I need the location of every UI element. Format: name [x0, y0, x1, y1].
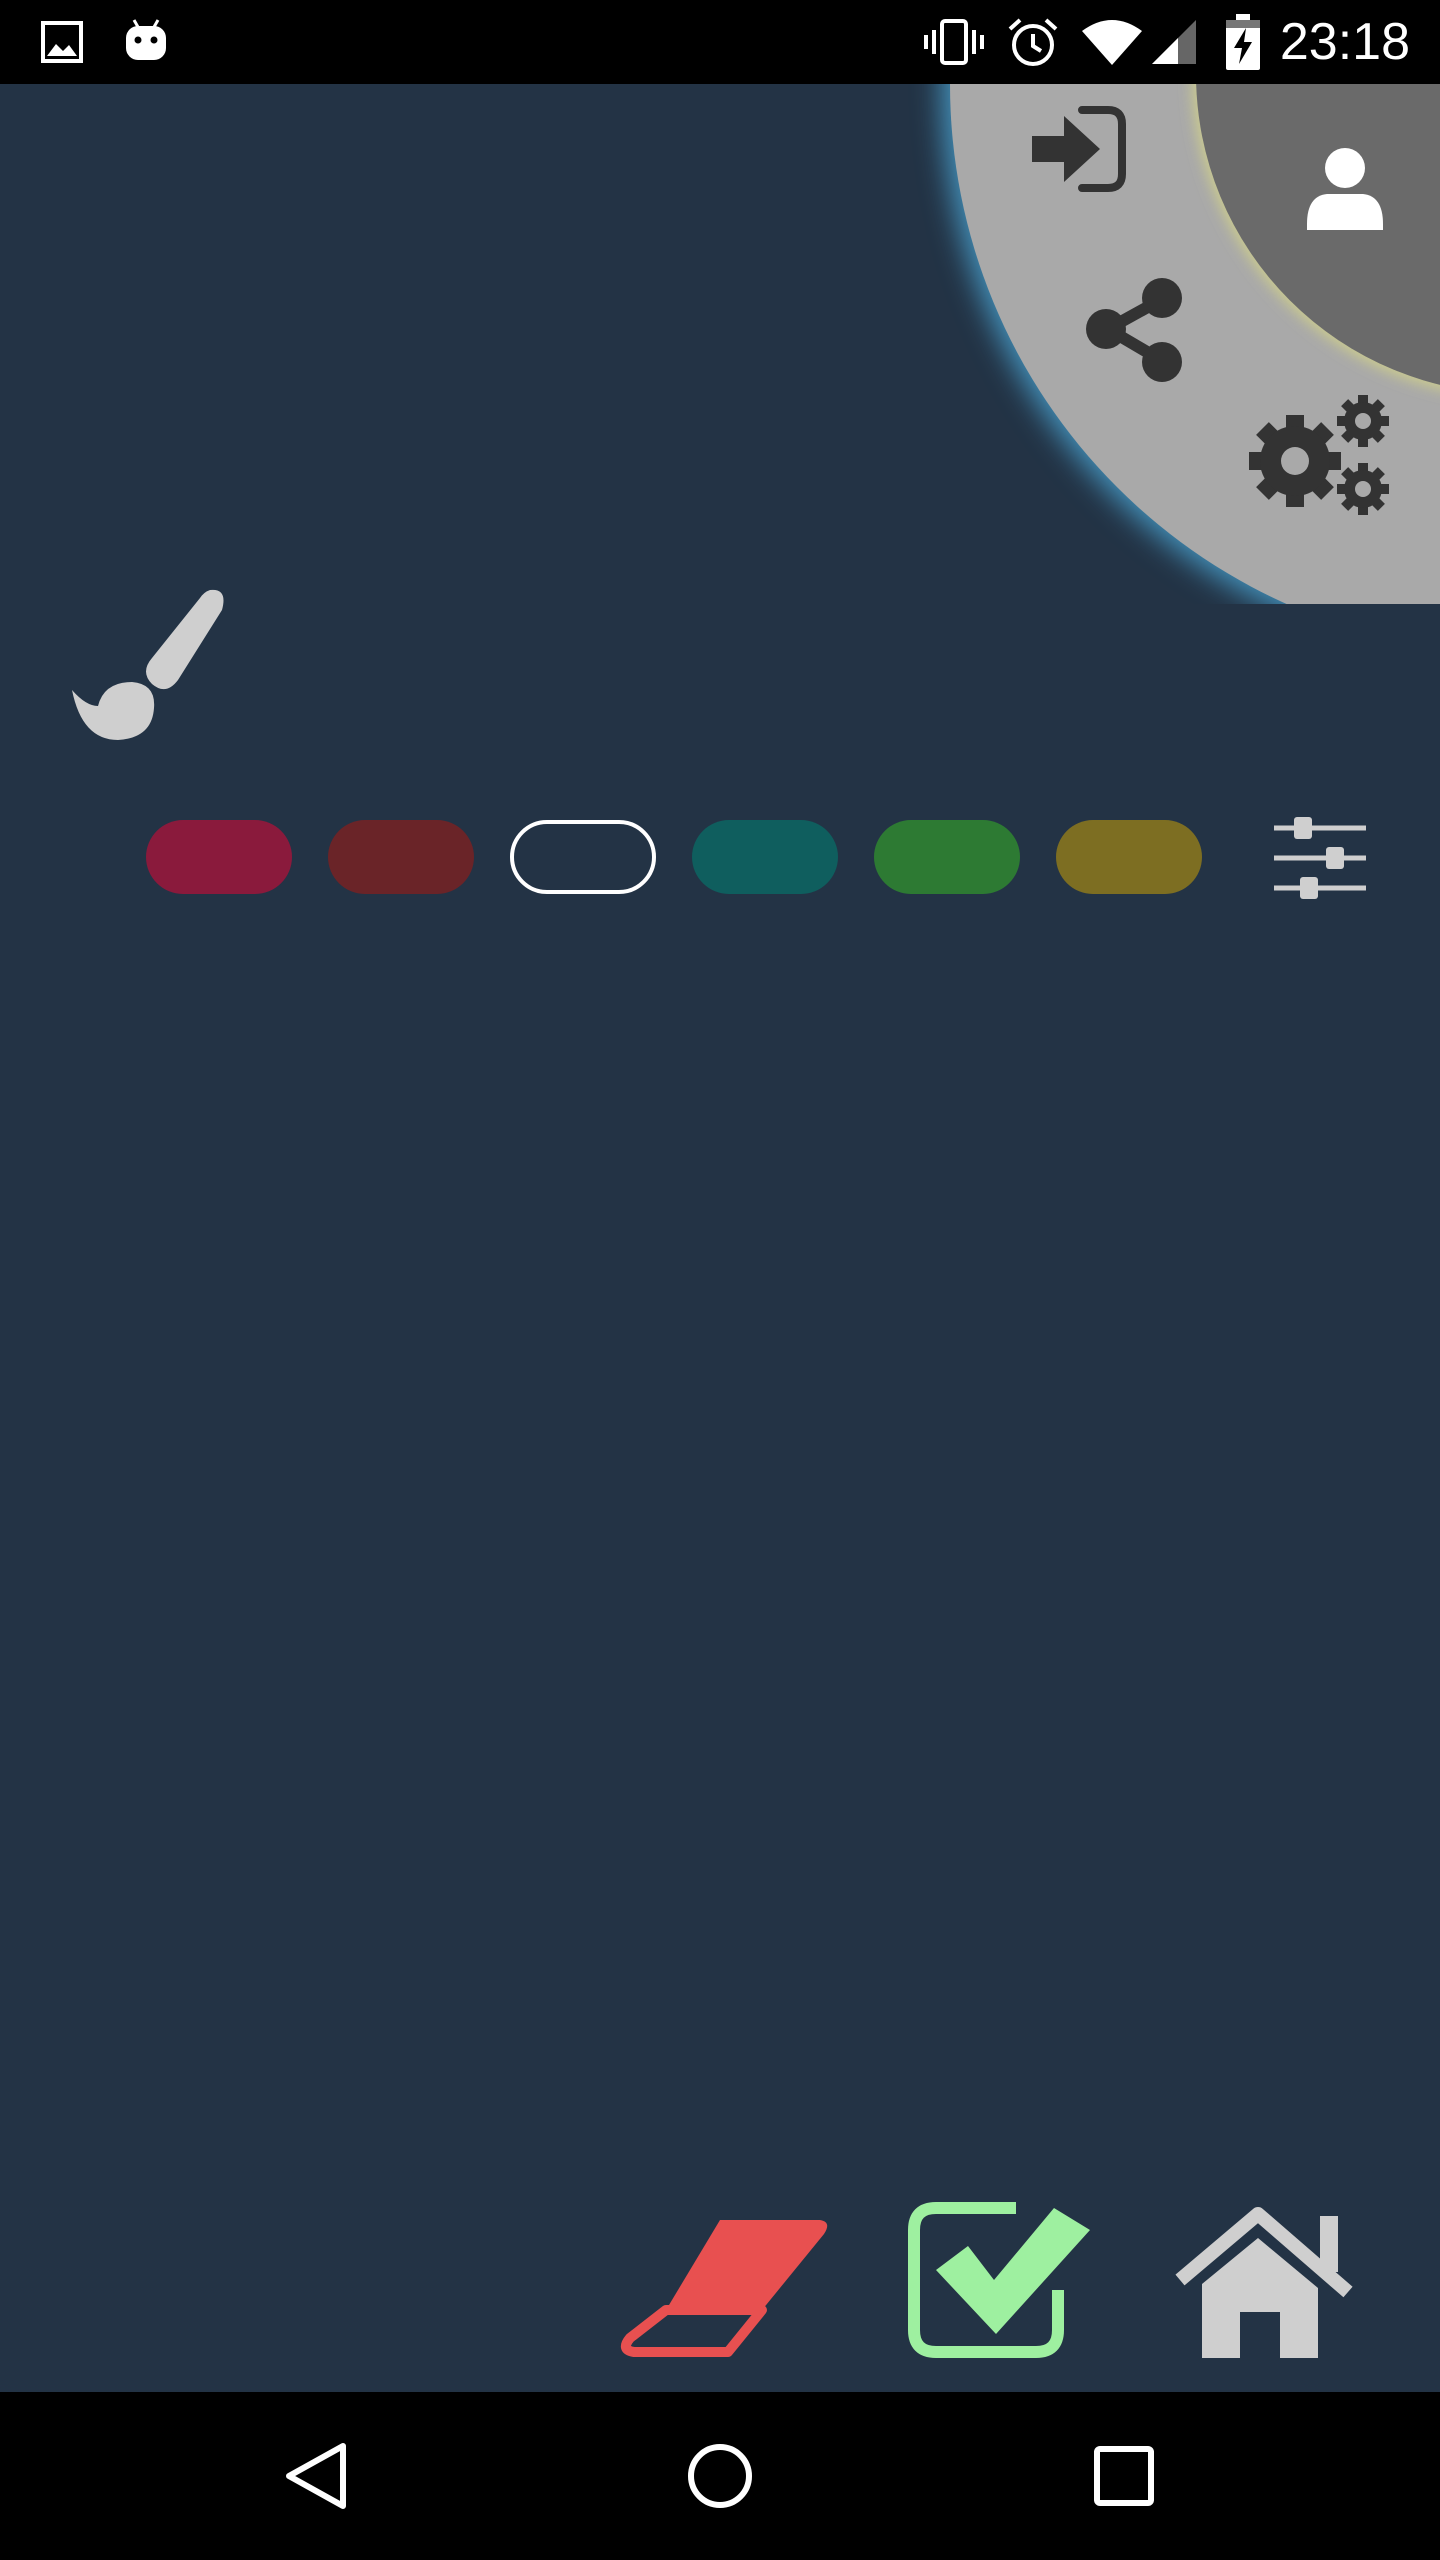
swatch-crimson[interactable]	[146, 820, 292, 894]
battery-charging-icon	[1226, 0, 1260, 84]
vibrate-icon	[922, 0, 986, 84]
image-icon	[40, 0, 84, 84]
eraser-icon	[620, 2220, 828, 2357]
settings-gears-icon	[1249, 395, 1389, 515]
swatch-olive[interactable]	[1056, 820, 1202, 894]
confirm-button[interactable]	[906, 2200, 1096, 2360]
wifi-icon	[1082, 0, 1142, 84]
login-button[interactable]	[1010, 94, 1140, 204]
share-icon	[1086, 278, 1182, 382]
brush-settings-button[interactable]	[1270, 810, 1370, 906]
swatch-green[interactable]	[874, 820, 1020, 894]
signal-icon	[1150, 0, 1198, 84]
sliders-icon	[1274, 817, 1366, 899]
eraser-button[interactable]	[612, 2200, 832, 2360]
home-nav-button[interactable]	[670, 2426, 770, 2526]
swatch-maroon[interactable]	[328, 820, 474, 894]
check-square-icon	[908, 2202, 1090, 2358]
user-button[interactable]	[1290, 134, 1400, 244]
user-icon	[1307, 148, 1383, 230]
swatch-teal[interactable]	[692, 820, 838, 894]
status-time: 23:18	[1279, 13, 1410, 71]
share-button[interactable]	[1070, 264, 1200, 394]
settings-button[interactable]	[1240, 384, 1400, 524]
status-bar: 23:18	[0, 0, 1440, 84]
back-button[interactable]	[266, 2426, 366, 2526]
back-triangle-icon	[286, 2443, 346, 2509]
login-icon	[1032, 106, 1126, 192]
home-button[interactable]	[1170, 2200, 1360, 2360]
android-icon	[124, 0, 168, 84]
brush-button[interactable]	[60, 580, 240, 750]
home-circle-icon	[688, 2444, 752, 2508]
swatch-white[interactable]	[510, 820, 656, 894]
recents-square-icon	[1094, 2446, 1154, 2506]
home-icon	[1175, 2207, 1353, 2358]
navigation-bar	[0, 2392, 1440, 2560]
alarm-icon	[1006, 0, 1060, 84]
paintbrush-icon	[72, 589, 224, 740]
recents-button[interactable]	[1074, 2426, 1174, 2526]
radial-menu	[0, 84, 1440, 604]
